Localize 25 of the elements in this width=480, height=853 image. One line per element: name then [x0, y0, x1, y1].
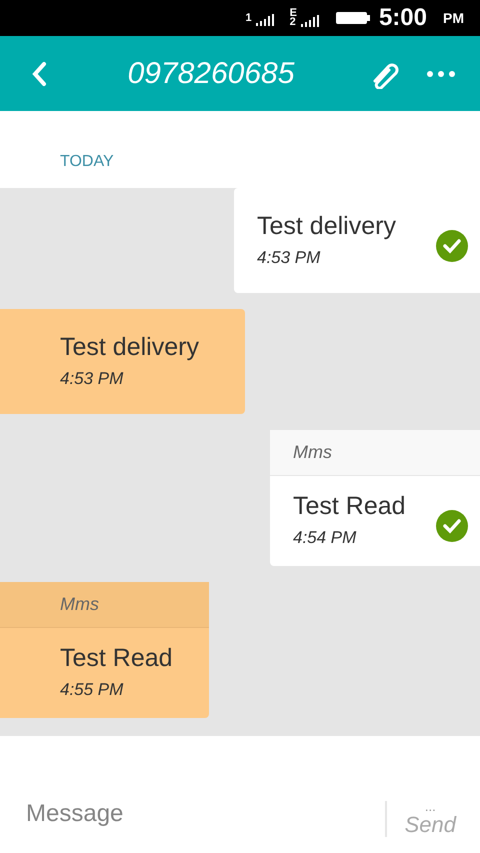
message-text: Test delivery [60, 332, 200, 362]
contact-title: 0978260685 [126, 56, 296, 92]
message-text: Test Read [60, 643, 174, 674]
message-time: 4:54 PM [293, 527, 358, 550]
message-field[interactable]: Message [24, 795, 364, 833]
sim-label: 1 [245, 10, 252, 26]
message-text: Test Read [293, 491, 407, 522]
back-icon [31, 60, 47, 86]
sim-label: 2 [290, 18, 297, 27]
message-time: 4:53 PM [60, 368, 124, 390]
message-time: 4:53 PM [257, 246, 322, 269]
battery-icon [334, 11, 371, 25]
clock: 5:00 [378, 3, 427, 33]
signal-icon [256, 14, 274, 26]
more-button[interactable] [426, 70, 456, 78]
more-icon [426, 70, 456, 78]
message-type-label: Mms [270, 430, 480, 476]
send-button[interactable]: ... Send [384, 801, 456, 837]
date-divider: TODAY [60, 152, 114, 172]
message-type-label: Mms [0, 582, 209, 628]
message-text: Test delivery [257, 210, 397, 241]
signal-icon [300, 14, 319, 27]
message-time: 4:55 PM [60, 679, 124, 702]
network-label: E [290, 9, 297, 18]
clock-meridiem: PM [443, 8, 464, 28]
